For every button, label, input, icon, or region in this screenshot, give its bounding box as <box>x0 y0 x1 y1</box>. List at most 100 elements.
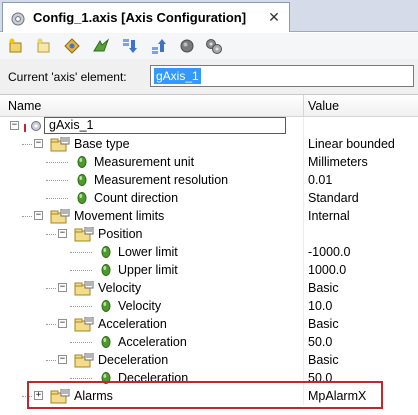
tree-connector <box>22 144 32 145</box>
stop-icon[interactable] <box>178 37 196 55</box>
column-header-value[interactable]: Value <box>308 99 339 113</box>
tree-connector <box>46 198 68 199</box>
current-element-field[interactable]: gAxis_1 <box>150 65 414 87</box>
row-value[interactable]: Basic <box>308 281 339 295</box>
tab-strip: Config_1.axis [Axis Configuration] ✕ <box>0 0 418 32</box>
alarms-highlight-box <box>27 381 383 409</box>
cell-divider <box>303 279 304 297</box>
cell-divider <box>303 297 304 315</box>
collapse-icon[interactable]: − <box>58 283 67 292</box>
tree-row-lower-limit[interactable]: Lower limit -1000.0 <box>0 243 418 261</box>
cell-divider <box>303 243 304 261</box>
cell-divider <box>303 261 304 279</box>
axis-config-icon <box>10 11 26 30</box>
row-value[interactable]: 0.01 <box>308 173 332 187</box>
row-value[interactable]: Basic <box>308 317 339 331</box>
collapse-icon[interactable]: − <box>58 319 67 328</box>
tree-connector <box>46 360 56 361</box>
row-value[interactable]: 10.0 <box>308 299 332 313</box>
collapse-icon[interactable]: − <box>10 121 19 130</box>
property-grid: Name Value − gAxis_1− Base type Linear boun… <box>0 95 418 415</box>
tree-row-gaxis-1[interactable]: − gAxis_1 <box>0 117 418 135</box>
parameter-icon <box>76 173 88 190</box>
row-name: Acceleration <box>98 317 167 331</box>
cell-divider <box>303 171 304 189</box>
parameter-icon <box>100 299 112 316</box>
tree-connector <box>70 270 92 271</box>
tree-connector <box>70 252 92 253</box>
collapse-icon[interactable]: − <box>34 211 43 220</box>
current-element-bar: Current 'axis' element: gAxis_1 <box>0 59 418 95</box>
cell-divider <box>303 351 304 369</box>
tree-connector <box>46 162 68 163</box>
tree-connector <box>70 378 92 379</box>
column-header-name[interactable]: Name <box>8 99 41 113</box>
row-name: Measurement unit <box>94 155 195 169</box>
tree-connector <box>46 288 56 289</box>
axis-element-icon <box>22 119 44 136</box>
collapse-icon[interactable]: − <box>34 139 43 148</box>
parameter-icon <box>76 191 88 208</box>
row-name: Acceleration <box>118 335 187 349</box>
move-up-icon[interactable] <box>149 37 167 55</box>
tree-connector <box>70 342 92 343</box>
row-name: Measurement resolution <box>94 173 229 187</box>
expand-icon[interactable] <box>92 37 110 55</box>
parameter-icon <box>100 335 112 352</box>
row-name: gAxis_1 <box>44 117 286 134</box>
cell-divider <box>303 225 304 243</box>
tree-row-acceleration[interactable]: Acceleration 50.0 <box>0 333 418 351</box>
parameter-icon <box>100 263 112 280</box>
row-value[interactable]: Standard <box>308 191 359 205</box>
move-down-icon[interactable] <box>120 37 138 55</box>
tree-row-deceleration[interactable]: − Deceleration Basic <box>0 351 418 369</box>
row-value[interactable]: 1000.0 <box>308 263 346 277</box>
cell-divider <box>303 315 304 333</box>
tree-row-velocity[interactable]: Velocity 10.0 <box>0 297 418 315</box>
cell-divider <box>303 117 304 135</box>
tree-row-count-direction[interactable]: Count direction Standard <box>0 189 418 207</box>
row-value[interactable]: Linear bounded <box>308 137 395 151</box>
close-icon[interactable]: ✕ <box>266 8 282 26</box>
new-element-icon[interactable] <box>8 37 26 55</box>
cell-divider <box>303 153 304 171</box>
row-name: Upper limit <box>118 263 178 277</box>
cell-divider <box>303 207 304 225</box>
settings-gears-icon[interactable] <box>205 37 223 55</box>
toolbar <box>0 33 418 59</box>
current-element-value: gAxis_1 <box>154 68 201 84</box>
collapse-icon[interactable]: − <box>58 229 67 238</box>
collapse-icon[interactable]: − <box>58 355 67 364</box>
row-name: Deceleration <box>98 353 169 367</box>
row-name: Velocity <box>118 299 162 313</box>
parameter-icon <box>76 155 88 172</box>
row-name: Movement limits <box>74 209 165 223</box>
tree-row-velocity[interactable]: − Velocity Basic <box>0 279 418 297</box>
tree-row-position[interactable]: − Position <box>0 225 418 243</box>
cell-divider <box>303 189 304 207</box>
add-element-icon[interactable] <box>35 37 53 55</box>
tree-connector <box>46 180 68 181</box>
tree-row-upper-limit[interactable]: Upper limit 1000.0 <box>0 261 418 279</box>
tree-row-acceleration[interactable]: − Acceleration Basic <box>0 315 418 333</box>
tab-title: Config_1.axis [Axis Configuration] <box>33 10 247 25</box>
tree-row-base-type[interactable]: − Base type Linear bounded <box>0 135 418 153</box>
tree-row-measurement-unit[interactable]: Measurement unit Millimeters <box>0 153 418 171</box>
row-value[interactable]: -1000.0 <box>308 245 350 259</box>
tab-config-axis[interactable]: Config_1.axis [Axis Configuration] ✕ <box>2 2 290 32</box>
tree-connector <box>22 216 32 217</box>
column-divider[interactable] <box>303 95 304 117</box>
row-value[interactable]: 50.0 <box>308 335 332 349</box>
tree-row-measurement-resolution[interactable]: Measurement resolution 0.01 <box>0 171 418 189</box>
grid-header: Name Value <box>0 95 418 117</box>
cell-divider <box>303 333 304 351</box>
tree-row-movement-limits[interactable]: − Movement limits Internal <box>0 207 418 225</box>
row-value[interactable]: Internal <box>308 209 350 223</box>
row-name: Position <box>98 227 143 241</box>
row-value[interactable]: Millimeters <box>308 155 368 169</box>
parameter-icon <box>100 245 112 262</box>
row-name: Base type <box>74 137 130 151</box>
navigate-icon[interactable] <box>63 37 81 55</box>
row-name: Velocity <box>98 281 142 295</box>
row-value[interactable]: Basic <box>308 353 339 367</box>
